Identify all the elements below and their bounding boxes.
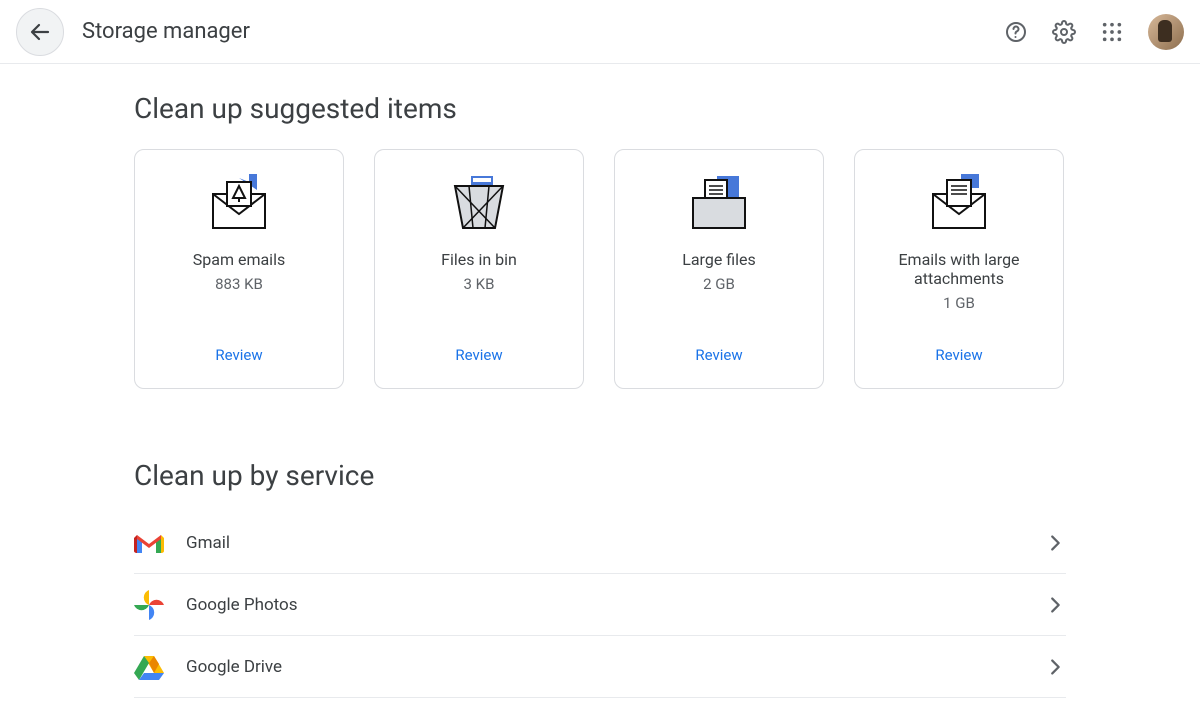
service-row-photos[interactable]: Google Photos: [134, 574, 1066, 636]
large-attachment-icon: [923, 170, 995, 234]
apps-button[interactable]: [1092, 12, 1132, 52]
service-label: Gmail: [186, 533, 1044, 553]
google-drive-icon: [134, 654, 186, 680]
chevron-right-icon: [1044, 532, 1066, 554]
card-title: Spam emails: [193, 250, 285, 269]
back-button[interactable]: [16, 8, 64, 56]
chevron-right-icon: [1044, 594, 1066, 616]
card-size: 1 GB: [943, 294, 975, 312]
spam-email-icon: [203, 170, 275, 234]
card-size: 3 KB: [464, 275, 495, 293]
account-avatar[interactable]: [1148, 14, 1184, 50]
help-button[interactable]: [996, 12, 1036, 52]
card-large-attachments[interactable]: Emails with large attachments 1 GB Revie…: [854, 149, 1064, 389]
gmail-icon: [134, 531, 186, 555]
service-label: Google Drive: [186, 657, 1044, 677]
header-actions: [996, 12, 1184, 52]
apps-grid-icon: [1101, 21, 1123, 43]
card-title: Large files: [682, 250, 756, 269]
card-large-files[interactable]: Large files 2 GB Review: [614, 149, 824, 389]
google-photos-icon: [134, 590, 186, 620]
card-title: Emails with large attachments: [867, 250, 1051, 288]
by-service-heading: Clean up by service: [134, 459, 1066, 492]
review-link[interactable]: Review: [211, 338, 266, 372]
service-label: Google Photos: [186, 595, 1044, 615]
card-size: 2 GB: [703, 275, 735, 293]
service-row-gmail[interactable]: Gmail: [134, 512, 1066, 574]
chevron-right-icon: [1044, 656, 1066, 678]
review-link[interactable]: Review: [451, 338, 506, 372]
help-icon: [1004, 20, 1028, 44]
suggested-items-heading: Clean up suggested items: [134, 92, 1066, 125]
large-files-icon: [683, 170, 755, 234]
card-title: Files in bin: [441, 250, 517, 269]
card-spam-emails[interactable]: Spam emails 883 KB Review: [134, 149, 344, 389]
service-row-drive[interactable]: Google Drive: [134, 636, 1066, 698]
card-size: 883 KB: [215, 275, 263, 293]
arrow-left-icon: [28, 20, 52, 44]
review-link[interactable]: Review: [931, 338, 986, 372]
card-files-in-bin[interactable]: Files in bin 3 KB Review: [374, 149, 584, 389]
bin-icon: [443, 170, 515, 234]
app-header: Storage manager: [0, 0, 1200, 64]
page-title: Storage manager: [82, 19, 996, 44]
suggested-cards: Spam emails 883 KB Review Files in bin 3…: [134, 149, 1066, 389]
gear-icon: [1052, 20, 1076, 44]
settings-button[interactable]: [1044, 12, 1084, 52]
main-content: Clean up suggested items Spam emails 883…: [110, 64, 1090, 698]
review-link[interactable]: Review: [691, 338, 746, 372]
